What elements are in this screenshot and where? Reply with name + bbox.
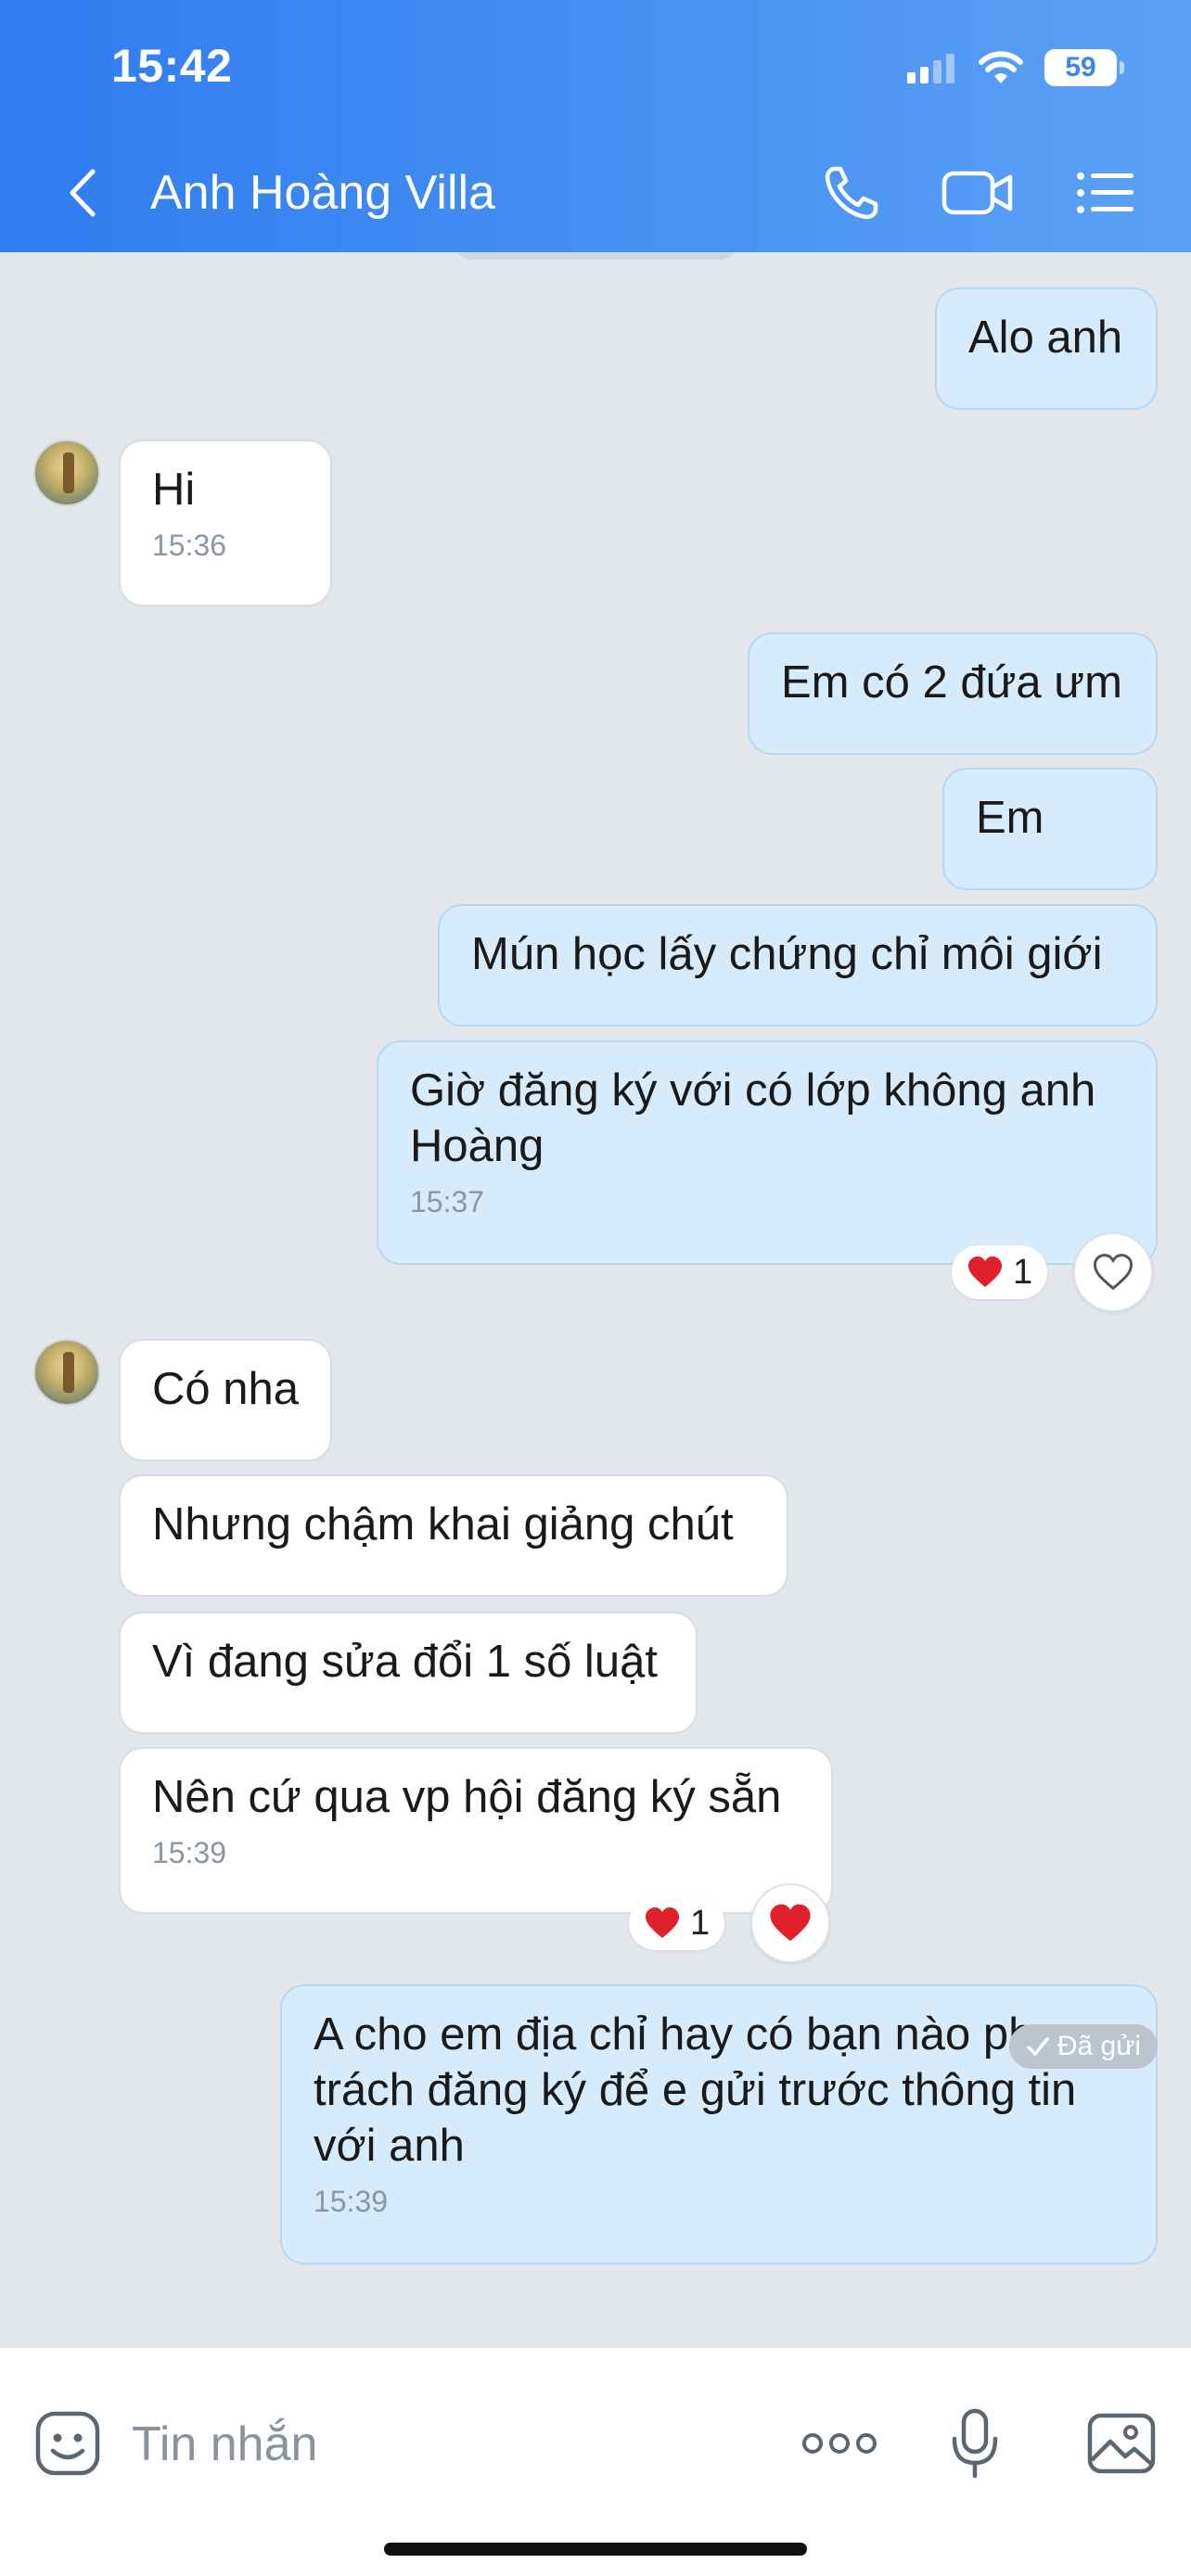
message-text: Em có 2 đứa ưm [781,657,1122,708]
message-bubble-sent[interactable]: Giờ đăng ký với có lớp không anh Hoàng 1… [377,1040,1158,1265]
voice-call-button[interactable] [814,158,889,228]
sticker-button[interactable] [26,2402,109,2485]
reaction-summary[interactable]: 1 [629,1896,725,1950]
message-bubble-received[interactable]: Có nha [119,1339,332,1461]
delivery-status: Đã gửi [1008,2024,1158,2069]
battery-indicator: 59 [1044,49,1124,86]
message-text: Em [976,793,1044,843]
message-input[interactable]: Tin nhắn [132,2387,317,2502]
message-text: Vì đang sửa đổi 1 số luật [152,1637,658,1687]
message-text: A cho em địa chỉ hay có bạn nào phụ trác… [314,2009,1077,2171]
message-time: 15:36 [152,529,227,562]
phone-icon [825,166,878,220]
chat-title[interactable]: Anh Hoàng Villa [150,165,495,221]
sticker-icon [35,2411,100,2476]
back-button[interactable] [54,165,109,221]
home-indicator [384,2543,807,2556]
cellular-signal-icon [907,54,954,83]
message-list[interactable]: Alo anh Hi 15:36 Em có 2 đứa ưm Em Mún h… [0,252,1191,2346]
react-button[interactable] [1073,1232,1153,1312]
checkmark-icon [1027,2037,1049,2056]
more-options-button[interactable] [798,2402,881,2485]
contact-avatar[interactable] [33,1339,100,1406]
message-time: 15:37 [410,1185,485,1218]
heart-outline-icon [1093,1254,1133,1291]
previous-message-edge [455,252,737,260]
video-call-button[interactable] [941,158,1015,228]
message-bubble-sent[interactable]: Alo anh [935,287,1158,410]
message-bubble-received[interactable]: Hi 15:36 [119,440,332,606]
reaction-count: 1 [690,1903,711,1943]
message-text: Mún học lấy chứng chỉ môi giới [471,929,1103,979]
send-image-button[interactable] [1080,2402,1163,2485]
more-icon [802,2433,877,2454]
wifi-icon [979,51,1023,83]
message-bubble-sent[interactable]: Mún học lấy chứng chỉ môi giới [438,904,1158,1027]
status-time: 15:42 [111,40,233,92]
react-button-active[interactable] [750,1883,830,1963]
reaction-count: 1 [1013,1252,1033,1292]
message-time: 15:39 [152,1836,227,1869]
contact-avatar[interactable] [33,440,100,506]
microphone-icon [952,2408,998,2479]
chat-header: 15:42 59 Anh Hoàng Villa [0,0,1191,252]
chat-options-button[interactable] [1069,158,1143,228]
delivery-status-text: Đã gửi [1057,2031,1141,2061]
message-bubble-sent[interactable]: Em [942,768,1158,890]
video-call-icon [941,171,1013,215]
message-bubble-sent[interactable]: Em có 2 đứa ưm [748,632,1158,755]
status-indicators: 59 [907,45,1124,91]
back-icon [70,169,96,217]
message-text: Nhưng chậm khai giảng chút [152,1499,734,1549]
message-composer: Tin nhắn [0,2346,1191,2576]
message-bubble-received[interactable]: Nhưng chậm khai giảng chút [119,1474,788,1597]
message-text: Hi [152,465,196,515]
heart-icon [770,1904,811,1942]
message-text: Nên cứ qua vp hội đăng ký sẵn [152,1772,782,1822]
message-text: Có nha [152,1364,300,1414]
menu-list-icon [1077,172,1133,213]
message-text: Giờ đăng ký với có lớp không anh Hoàng [410,1065,1096,1171]
message-time: 15:39 [314,2185,389,2218]
reaction-summary[interactable]: 1 [952,1245,1048,1299]
heart-icon [968,1256,1002,1287]
heart-icon [646,1907,679,1938]
message-bubble-received[interactable]: Vì đang sửa đổi 1 số luật [119,1612,698,1734]
message-text: Alo anh [968,312,1123,363]
message-bubble-received[interactable]: Nên cứ qua vp hội đăng ký sẵn 15:39 [119,1747,833,1914]
voice-message-button[interactable] [933,2402,1017,2485]
image-icon [1087,2413,1156,2474]
